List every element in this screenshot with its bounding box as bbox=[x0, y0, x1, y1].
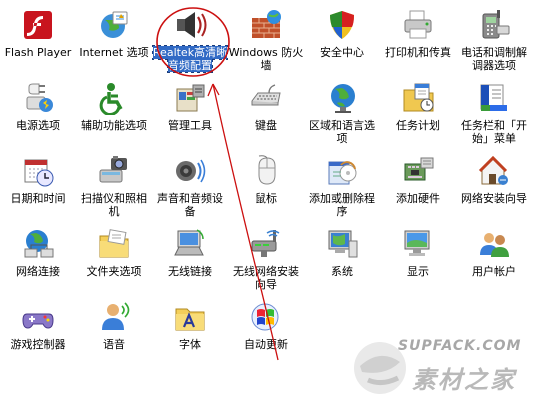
control-panel-item-label: 电话和调制解调器选项 bbox=[461, 46, 527, 72]
speech-icon bbox=[97, 300, 131, 334]
control-panel-item-label: Flash Player bbox=[4, 46, 72, 59]
control-panel-item-label: 鼠标 bbox=[255, 192, 277, 205]
control-panel-item[interactable]: 键盘 bbox=[228, 77, 304, 151]
control-panel-item-label: 文件夹选项 bbox=[86, 265, 142, 278]
game-controllers-icon bbox=[21, 300, 55, 334]
realtek-audio-icon bbox=[173, 8, 207, 42]
control-panel-item-label: 网络安装向导 bbox=[461, 192, 527, 205]
control-panel-item[interactable]: 打印机和传真 bbox=[380, 4, 456, 78]
control-panel-item-label: 辅助功能选项 bbox=[81, 119, 147, 132]
control-panel-item-label: 无线链接 bbox=[168, 265, 212, 278]
control-panel-item-label: 网络连接 bbox=[16, 265, 60, 278]
control-panel-item[interactable]: 声音和音频设备 bbox=[152, 150, 228, 224]
control-panel-item[interactable]: 系统 bbox=[304, 223, 380, 297]
internet-options-icon bbox=[97, 8, 131, 42]
control-panel-item-label: 添加或删除程序 bbox=[309, 192, 375, 218]
control-panel-item-label: 自动更新 bbox=[244, 338, 288, 351]
control-panel-item-label: 键盘 bbox=[255, 119, 277, 132]
mouse-icon bbox=[249, 154, 283, 188]
security-center-icon bbox=[325, 8, 359, 42]
control-panel-item-label: 系统 bbox=[331, 265, 353, 278]
phone-modem-icon bbox=[477, 8, 511, 42]
control-panel-item[interactable]: 安全中心 bbox=[304, 4, 380, 78]
control-panel-item[interactable]: 鼠标 bbox=[228, 150, 304, 224]
control-panel-item-label: 用户帐户 bbox=[472, 265, 516, 278]
control-panel-item[interactable]: 网络连接 bbox=[0, 223, 76, 297]
control-panel-item[interactable]: 扫描仪和照相机 bbox=[76, 150, 152, 224]
control-panel-item-label: 声音和音频设备 bbox=[157, 192, 223, 218]
control-panel-item-label: 添加硬件 bbox=[396, 192, 440, 205]
control-panel-item[interactable]: 电源选项 bbox=[0, 77, 76, 151]
date-time-icon bbox=[21, 154, 55, 188]
scanner-camera-icon bbox=[97, 154, 131, 188]
control-panel-item-label: 显示 bbox=[407, 265, 429, 278]
fonts-icon bbox=[173, 300, 207, 334]
control-panel-item[interactable]: 管理工具 bbox=[152, 77, 228, 151]
add-hardware-icon bbox=[401, 154, 435, 188]
control-panel-item-label: 扫描仪和照相机 bbox=[81, 192, 147, 218]
flash-player-icon bbox=[21, 8, 55, 42]
control-panel-item[interactable]: 自动更新 bbox=[228, 296, 304, 370]
control-panel-item[interactable]: Windows 防火墙 bbox=[228, 4, 304, 78]
control-panel-item[interactable]: 显示 bbox=[380, 223, 456, 297]
sound-audio-icon bbox=[173, 154, 207, 188]
control-panel-item-label: 语音 bbox=[103, 338, 125, 351]
control-panel-item[interactable]: 区域和语言选项 bbox=[304, 77, 380, 151]
user-accounts-icon bbox=[477, 227, 511, 261]
control-panel-item-label: 管理工具 bbox=[168, 119, 212, 132]
control-panel-item-label: Internet 选项 bbox=[79, 46, 149, 59]
add-remove-programs-icon bbox=[325, 154, 359, 188]
admin-tools-icon bbox=[173, 81, 207, 115]
control-panel-item[interactable]: 游戏控制器 bbox=[0, 296, 76, 370]
control-panel-item-label: 日期和时间 bbox=[10, 192, 66, 205]
folder-options-icon bbox=[97, 227, 131, 261]
control-panel-item-label: Realtek高清晰音频配置 bbox=[151, 45, 229, 73]
network-setup-wizard-icon bbox=[477, 154, 511, 188]
printer-fax-icon bbox=[401, 8, 435, 42]
control-panel-item[interactable]: 添加硬件 bbox=[380, 150, 456, 224]
control-panel-item[interactable]: 无线链接 bbox=[152, 223, 228, 297]
control-panel-item[interactable]: 用户帐户 bbox=[456, 223, 532, 297]
control-panel-item[interactable]: Internet 选项 bbox=[76, 4, 152, 78]
control-panel-item[interactable]: 电话和调制解调器选项 bbox=[456, 4, 532, 78]
control-panel-item-label: 任务栏和「开始」菜单 bbox=[461, 119, 527, 145]
keyboard-icon bbox=[249, 81, 283, 115]
control-panel-item[interactable]: 网络安装向导 bbox=[456, 150, 532, 224]
control-panel-item[interactable]: Flash Player bbox=[0, 4, 76, 78]
control-panel-grid: Flash Player Internet 选项 Realtek高清晰音频配置 Win… bbox=[0, 0, 544, 400]
control-panel-item[interactable]: 无线网络安装向导 bbox=[228, 223, 304, 297]
display-icon bbox=[401, 227, 435, 261]
region-language-icon bbox=[325, 81, 359, 115]
wireless-link-icon bbox=[173, 227, 207, 261]
accessibility-icon bbox=[97, 81, 131, 115]
control-panel-item-label: 电源选项 bbox=[16, 119, 60, 132]
control-panel-item[interactable]: 语音 bbox=[76, 296, 152, 370]
control-panel-item[interactable]: 日期和时间 bbox=[0, 150, 76, 224]
control-panel-item[interactable]: 任务计划 bbox=[380, 77, 456, 151]
control-panel-item-label: 任务计划 bbox=[396, 119, 440, 132]
control-panel-item[interactable]: Realtek高清晰音频配置 bbox=[151, 4, 229, 78]
system-icon bbox=[325, 227, 359, 261]
control-panel-item[interactable]: 文件夹选项 bbox=[76, 223, 152, 297]
power-options-icon bbox=[21, 81, 55, 115]
control-panel-item[interactable]: 辅助功能选项 bbox=[76, 77, 152, 151]
automatic-updates-icon bbox=[249, 300, 283, 334]
control-panel-item-label: Windows 防火墙 bbox=[228, 46, 304, 72]
taskbar-start-menu-icon bbox=[477, 81, 511, 115]
wireless-network-wizard-icon bbox=[249, 227, 283, 261]
control-panel-item-label: 安全中心 bbox=[320, 46, 364, 59]
control-panel-item-label: 游戏控制器 bbox=[10, 338, 66, 351]
firewall-icon bbox=[249, 8, 283, 42]
network-connections-icon bbox=[21, 227, 55, 261]
control-panel-item-label: 字体 bbox=[179, 338, 201, 351]
control-panel-item-label: 无线网络安装向导 bbox=[233, 265, 299, 291]
control-panel-item[interactable]: 添加或删除程序 bbox=[304, 150, 380, 224]
control-panel-item[interactable]: 字体 bbox=[152, 296, 228, 370]
control-panel-item-label: 打印机和传真 bbox=[385, 46, 451, 59]
control-panel-item-label: 区域和语言选项 bbox=[309, 119, 375, 145]
control-panel-item[interactable]: 任务栏和「开始」菜单 bbox=[456, 77, 532, 151]
scheduled-tasks-icon bbox=[401, 81, 435, 115]
